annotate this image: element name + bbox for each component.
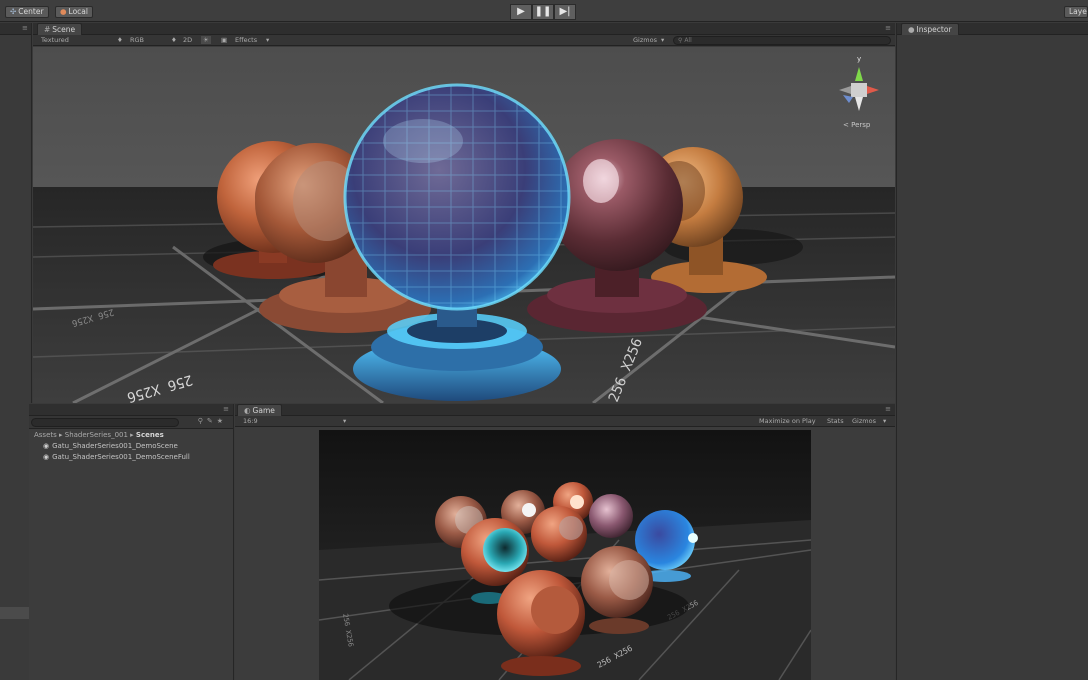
project-filter-icons[interactable]: ⚲✎★ <box>198 417 227 425</box>
search-icon: ⚲ <box>678 37 683 44</box>
maximize-on-play-toggle[interactable]: Maximize on Play <box>759 417 816 425</box>
effects-icon: ▣ <box>221 36 228 44</box>
project-menu-icon[interactable]: ≡ <box>223 405 229 413</box>
pivot-center-button[interactable]: ✣ Center <box>5 6 49 18</box>
list-item[interactable]: ◉ Gatu_ShaderSeries001_DemoSceneFull <box>29 452 233 463</box>
unity-scene-icon: ◉ <box>43 453 50 461</box>
scene-grid-icon: # <box>44 25 51 34</box>
dropdown-arrow-icon: ▾ <box>266 36 270 44</box>
breadcrumb-assets[interactable]: Assets <box>34 431 57 439</box>
unity-scene-icon: ◉ <box>43 442 50 450</box>
scene-toolbar: Textured ♦ RGB ♦ 2D ☀ ▣ Effects ▾ Gizmos… <box>33 35 895 46</box>
project-panel: ≡ ⚲✎★ Assets ▸ ShaderSeries_001 ▸ Scenes… <box>29 404 234 680</box>
game-icon: ◐ <box>244 406 251 415</box>
dropdown-arrow-icon: ▾ <box>661 36 665 44</box>
pivot-center-label: Center <box>18 7 44 16</box>
game-gizmos-dropdown[interactable]: Gizmos <box>852 417 876 425</box>
gizmo-y-label: y <box>857 55 861 63</box>
effects-dropdown[interactable]: Effects <box>235 36 257 44</box>
step-icon[interactable]: ▶| <box>554 4 576 20</box>
breadcrumb-scenes[interactable]: Scenes <box>136 431 164 439</box>
scene-search-input[interactable]: ⚲ All <box>673 36 891 45</box>
stats-toggle[interactable]: Stats <box>827 417 844 425</box>
tab-inspector[interactable]: ● Inspector <box>901 23 959 35</box>
game-viewport[interactable]: 256 X256 256 X256 256 X256 <box>319 430 811 680</box>
aspect-dropdown[interactable]: 16:9 <box>243 417 258 425</box>
file-name: Gatu_ShaderSeries001_DemoSceneFull <box>52 453 190 461</box>
inspector-tab-row: ● Inspector <box>897 23 1088 35</box>
game-panel: ◐ Game ≡ 16:9 ▾ Maximize on Play Stats Gi… <box>235 404 895 680</box>
game-tab-label: Game <box>252 406 275 415</box>
inspector-panel: ● Inspector <box>896 23 1088 680</box>
material-sphere[interactable] <box>589 494 633 538</box>
lighting-toggle-icon[interactable]: ☀ <box>201 36 211 44</box>
breadcrumb: Assets ▸ ShaderSeries_001 ▸ Scenes <box>34 431 164 439</box>
dropdown-arrow-icon: ♦ <box>171 36 177 44</box>
project-folder-tree <box>0 404 32 680</box>
tab-scene[interactable]: # Scene <box>37 23 83 35</box>
persp-label[interactable]: < Persp <box>843 121 871 129</box>
dropdown-arrow-icon: ▾ <box>343 417 347 425</box>
scene-viewport[interactable]: 256 X256 256 X256 256 X256 y < Persp <box>33 47 895 403</box>
scene-menu-icon[interactable]: ≡ <box>885 24 891 32</box>
glass-sphere[interactable] <box>343 83 571 401</box>
rotation-icon: ● <box>60 7 67 16</box>
tab-game[interactable]: ◐ Game <box>237 404 282 416</box>
dropdown-arrow-icon: ♦ <box>117 36 123 44</box>
pivot-local-button[interactable]: ● Local <box>55 6 93 18</box>
breadcrumb-shaderseries[interactable]: ShaderSeries_001 <box>65 431 128 439</box>
list-item[interactable]: ◉ Gatu_ShaderSeries001_DemoScene <box>29 441 233 452</box>
layers-label: Layer <box>1069 7 1088 16</box>
info-icon: ● <box>908 25 915 34</box>
top-toolbar: ✣ Center ● Local ▶ ❚❚ ▶| Layer <box>0 0 1088 22</box>
game-menu-icon[interactable]: ≡ <box>885 405 891 413</box>
game-tab-row: ◐ Game ≡ <box>235 404 895 416</box>
material-sphere[interactable] <box>531 506 587 562</box>
scene-panel: # Scene ≡ Textured ♦ RGB ♦ 2D ☀ ▣ Effects… <box>33 23 895 403</box>
pivot-local-label[interactable]: Local <box>69 7 88 16</box>
scene-tab-label: Scene <box>52 25 76 34</box>
hierarchy-menu-icon[interactable]: ≡ <box>0 23 31 35</box>
project-tab-row: ≡ <box>29 404 233 416</box>
dropdown-arrow-icon: ▾ <box>883 417 887 425</box>
shading-mode-dropdown[interactable]: Textured <box>41 36 69 44</box>
scene-search-placeholder: All <box>684 37 692 44</box>
scene-tab-row: # Scene ≡ <box>33 23 895 35</box>
inspector-tab-label: Inspector <box>916 25 952 34</box>
game-toolbar: 16:9 ▾ Maximize on Play Stats Gizmos ▾ <box>235 416 895 427</box>
layers-dropdown[interactable]: Layer <box>1064 6 1088 18</box>
render-mode-dropdown[interactable]: RGB <box>130 36 144 44</box>
project-search-bar: ⚲✎★ <box>29 416 233 429</box>
project-search-input[interactable] <box>31 418 179 427</box>
hierarchy-panel: ≡ <box>0 23 32 403</box>
playback-controls: ▶ ❚❚ ▶| <box>510 4 576 20</box>
gizmos-dropdown[interactable]: Gizmos <box>633 36 657 44</box>
selected-folder-row[interactable] <box>0 607 32 619</box>
pause-icon[interactable]: ❚❚ <box>532 4 554 20</box>
file-name: Gatu_ShaderSeries001_DemoScene <box>52 442 178 450</box>
pivot-icon: ✣ <box>10 7 17 16</box>
material-sphere[interactable] <box>497 570 585 676</box>
play-icon[interactable]: ▶ <box>510 4 532 20</box>
toggle-2d-button[interactable]: 2D <box>183 36 192 44</box>
